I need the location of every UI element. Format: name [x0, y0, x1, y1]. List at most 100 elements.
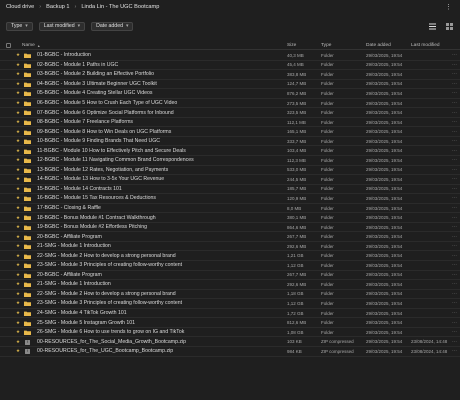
- table-row[interactable]: ★ 10-BGBC - Module 9 Finding Brands That …: [0, 137, 460, 147]
- row-more-icon[interactable]: ⋯: [452, 81, 457, 87]
- row-more-icon[interactable]: ⋯: [452, 110, 457, 116]
- table-row[interactable]: ★ 00-RESOURCES_for_The_UGC_Bootcamp_Bootc…: [0, 347, 460, 357]
- table-row[interactable]: ★ 23-SMG - Module 3 Principles of creatin…: [0, 261, 460, 271]
- star-icon[interactable]: ★: [16, 224, 20, 230]
- star-icon[interactable]: ★: [16, 157, 20, 163]
- row-more-icon[interactable]: ⋯: [452, 138, 457, 144]
- star-icon[interactable]: ★: [16, 348, 20, 354]
- row-more-icon[interactable]: ⋯: [452, 186, 457, 192]
- star-icon[interactable]: ★: [16, 310, 20, 316]
- more-options-icon[interactable]: ⋮: [445, 3, 452, 11]
- row-more-icon[interactable]: ⋯: [452, 253, 457, 259]
- table-row[interactable]: ★ 04-BGBC - Module 3 Ultimate Beginner UG…: [0, 80, 460, 90]
- star-icon[interactable]: ★: [16, 71, 20, 77]
- star-icon[interactable]: ★: [16, 81, 20, 87]
- star-icon[interactable]: ★: [16, 262, 20, 268]
- row-more-icon[interactable]: ⋯: [452, 300, 457, 306]
- column-header-last-modified[interactable]: Last modified: [411, 43, 440, 48]
- table-row[interactable]: ★ 13-BGBC - Module 12 Rates, Negotiation,…: [0, 166, 460, 176]
- star-icon[interactable]: ★: [16, 167, 20, 173]
- star-icon[interactable]: ★: [16, 52, 20, 58]
- row-more-icon[interactable]: ⋯: [452, 90, 457, 96]
- table-row[interactable]: ★ 17-BGBC - Closing & Raffle 8,0 MB Folder 2…: [0, 204, 460, 214]
- table-row[interactable]: ★ 21-SMG - Module 1 Introduction 292,6 MB F…: [0, 280, 460, 290]
- table-row[interactable]: ★ 25-SMG - Module 5 Instagram Growth 101 8…: [0, 318, 460, 328]
- row-more-icon[interactable]: ⋯: [452, 129, 457, 135]
- star-icon[interactable]: ★: [16, 281, 20, 287]
- star-icon[interactable]: ★: [16, 243, 20, 249]
- table-row[interactable]: ★ 24-SMG - Module 4 TikTok Growth 101 1,72…: [0, 309, 460, 319]
- filter-date-added[interactable]: Date added ▾: [91, 21, 134, 31]
- row-more-icon[interactable]: ⋯: [452, 167, 457, 173]
- row-more-icon[interactable]: ⋯: [452, 224, 457, 230]
- row-more-icon[interactable]: ⋯: [452, 339, 457, 345]
- table-row[interactable]: ★ 01-BGBC - Introduction 40,3 MB Folder 29/0…: [0, 51, 460, 61]
- star-icon[interactable]: ★: [16, 272, 20, 278]
- table-row[interactable]: ★ 14-BGBC - Module 13 How to 3-5x Your UG…: [0, 175, 460, 185]
- table-row[interactable]: ★ 11-BGBC - Module 10 How to Effectively …: [0, 146, 460, 157]
- table-row[interactable]: ★ 02-BGBC - Module 1 Paths in UGC 45,4 MB F…: [0, 61, 460, 71]
- row-more-icon[interactable]: ⋯: [452, 119, 457, 125]
- star-icon[interactable]: ★: [16, 148, 20, 154]
- star-icon[interactable]: ★: [16, 119, 20, 125]
- star-icon[interactable]: ★: [16, 339, 20, 345]
- table-row[interactable]: ★ 19-BGBC - Bonus Module #2 Effortless Pi…: [0, 223, 460, 233]
- column-header-size[interactable]: Size: [287, 43, 296, 48]
- row-more-icon[interactable]: ⋯: [452, 52, 457, 58]
- breadcrumb-item-current[interactable]: Linda Lin - The UGC Bootcamp: [81, 4, 159, 10]
- row-more-icon[interactable]: ⋯: [452, 243, 457, 249]
- table-row[interactable]: ★ 22-SMG - Module 2 How to develop a stro…: [0, 251, 460, 262]
- table-row[interactable]: ★ 08-BGBC - Module 7 Freelance Platforms 1…: [0, 118, 460, 128]
- row-more-icon[interactable]: ⋯: [452, 281, 457, 287]
- star-icon[interactable]: ★: [16, 129, 20, 135]
- row-more-icon[interactable]: ⋯: [452, 71, 457, 77]
- star-icon[interactable]: ★: [16, 176, 20, 182]
- table-row[interactable]: ★ 09-BGBC - Module 8 How to Win Deals on …: [0, 127, 460, 137]
- row-more-icon[interactable]: ⋯: [452, 329, 457, 335]
- star-icon[interactable]: ★: [16, 329, 20, 335]
- star-icon[interactable]: ★: [16, 320, 20, 326]
- table-row[interactable]: ★ 06-BGBC - Module 5 How to Crush Each Ty…: [0, 99, 460, 109]
- column-header-date-added[interactable]: Date added: [366, 43, 391, 48]
- star-icon[interactable]: ★: [16, 205, 20, 211]
- row-more-icon[interactable]: ⋯: [452, 310, 457, 316]
- star-icon[interactable]: ★: [16, 195, 20, 201]
- row-more-icon[interactable]: ⋯: [452, 262, 457, 268]
- star-icon[interactable]: ★: [16, 300, 20, 306]
- star-icon[interactable]: ★: [16, 100, 20, 106]
- filter-type[interactable]: Type ▾: [6, 21, 33, 31]
- table-row[interactable]: ★ 23-SMG - Module 3 Principles of creatin…: [0, 299, 460, 309]
- table-row[interactable]: ★ 16-BGBC - Module 15 Tax Resources & Ded…: [0, 194, 460, 204]
- table-row[interactable]: ★ 07-BGBC - Module 6 Optimize Social Plat…: [0, 108, 460, 118]
- table-row[interactable]: ★ 22-SMG - Module 2 How to develop a stro…: [0, 290, 460, 300]
- list-view-icon[interactable]: [429, 23, 436, 30]
- star-icon[interactable]: ★: [16, 62, 20, 68]
- table-row[interactable]: ★ 26-SMG - Module 6 How to use trends to …: [0, 328, 460, 338]
- row-more-icon[interactable]: ⋯: [452, 148, 457, 154]
- star-icon[interactable]: ★: [16, 215, 20, 221]
- row-more-icon[interactable]: ⋯: [452, 272, 457, 278]
- star-icon[interactable]: ★: [16, 138, 20, 144]
- row-more-icon[interactable]: ⋯: [452, 291, 457, 297]
- table-row[interactable]: ★ 03-BGBC - Module 2 Building an Effectiv…: [0, 70, 460, 80]
- row-more-icon[interactable]: ⋯: [452, 176, 457, 182]
- table-row[interactable]: ★ 20-BGBC - Affiliate Program 267,7 MB Fold…: [0, 232, 460, 242]
- table-row[interactable]: ★ 12-BGBC - Module 11 Navigating Common B…: [0, 156, 460, 166]
- star-icon[interactable]: ★: [16, 110, 20, 116]
- star-icon[interactable]: ★: [16, 253, 20, 259]
- table-row[interactable]: ★ 21-SMG - Module 1 Introduction 292,6 MB F…: [0, 242, 460, 252]
- row-more-icon[interactable]: ⋯: [452, 234, 457, 240]
- table-row[interactable]: ★ 18-BGBC - Bonus Module #1 Contract Walk…: [0, 213, 460, 223]
- row-more-icon[interactable]: ⋯: [452, 215, 457, 221]
- row-more-icon[interactable]: ⋯: [452, 195, 457, 201]
- row-more-icon[interactable]: ⋯: [452, 348, 457, 354]
- grid-view-icon[interactable]: [446, 22, 453, 30]
- column-header-type[interactable]: Type: [321, 43, 331, 48]
- star-icon[interactable]: ★: [16, 291, 20, 297]
- table-row[interactable]: ★ 15-BGBC - Module 14 Contracts 101 185,7 …: [0, 185, 460, 195]
- breadcrumb-item-cloud-drive[interactable]: Cloud drive: [6, 4, 34, 10]
- row-more-icon[interactable]: ⋯: [452, 205, 457, 211]
- row-more-icon[interactable]: ⋯: [452, 157, 457, 163]
- star-icon[interactable]: ★: [16, 186, 20, 192]
- table-row[interactable]: ★ 20-BGBC - Affiliate Program 267,7 MB Fold…: [0, 271, 460, 281]
